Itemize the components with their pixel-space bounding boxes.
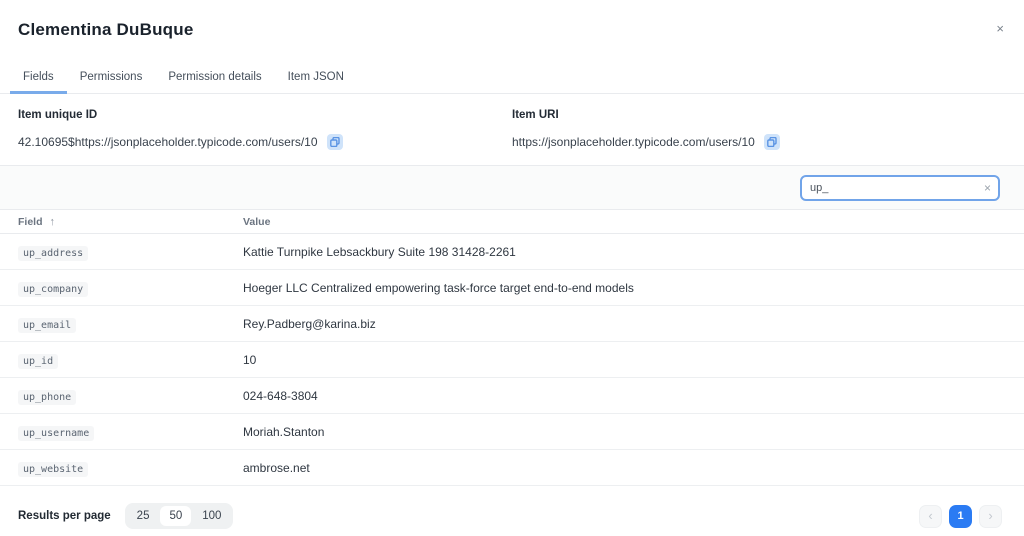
field-value: Kattie Turnpike Lebsackbury Suite 198 31… bbox=[243, 244, 516, 259]
page-size-50-button[interactable]: 50 bbox=[160, 506, 192, 526]
panel-header: Clementina DuBuque × bbox=[0, 0, 1024, 40]
table-footer: Results per page 25 50 100 ‹ 1 › bbox=[0, 503, 1024, 529]
field-value: Rey.Padberg@karina.biz bbox=[243, 316, 376, 331]
clear-search-icon[interactable]: × bbox=[984, 182, 991, 194]
copy-icon[interactable] bbox=[326, 134, 343, 150]
field-name-chip: up_id bbox=[18, 353, 59, 369]
column-header-field-label: Field bbox=[18, 215, 43, 228]
table-header-row: Field ↑ Value bbox=[0, 210, 1024, 234]
item-details-panel: Clementina DuBuque × Fields Permissions … bbox=[0, 0, 1024, 536]
field-name-chip: up_company bbox=[18, 281, 89, 297]
field-value: ambrose.net bbox=[243, 460, 310, 475]
search-input[interactable] bbox=[802, 181, 998, 194]
table-row: up_email Rey.Padberg@karina.biz bbox=[0, 306, 1024, 342]
field-value: 10 bbox=[243, 352, 257, 367]
copy-icon[interactable] bbox=[763, 134, 780, 150]
close-icon[interactable]: × bbox=[996, 22, 1004, 35]
column-header-field[interactable]: Field ↑ bbox=[0, 216, 243, 228]
column-header-value[interactable]: Value bbox=[243, 216, 1024, 228]
item-uri-label: Item URI bbox=[512, 109, 559, 121]
tab-bar: Fields Permissions Permission details It… bbox=[0, 65, 1024, 94]
table-row: up_phone 024-648-3804 bbox=[0, 378, 1024, 414]
item-unique-id-block: Item unique ID 42.10695$https://jsonplac… bbox=[18, 109, 512, 150]
table-row: up_username Moriah.Stanton bbox=[0, 414, 1024, 450]
chevron-right-icon: › bbox=[988, 507, 993, 523]
column-header-value-label: Value bbox=[243, 215, 271, 228]
page-title: Clementina DuBuque bbox=[18, 20, 194, 39]
field-value: Moriah.Stanton bbox=[243, 424, 325, 439]
item-uri-value: https://jsonplaceholder.typicode.com/use… bbox=[512, 135, 755, 149]
field-name-chip: up_website bbox=[18, 461, 89, 477]
table-toolbar: × bbox=[0, 165, 1024, 210]
table-row: up_website ambrose.net bbox=[0, 450, 1024, 486]
table-row: up_company Hoeger LLC Centralized empowe… bbox=[0, 270, 1024, 306]
tab-permissions[interactable]: Permissions bbox=[67, 65, 156, 93]
results-per-page-label: Results per page bbox=[18, 510, 111, 522]
field-name-chip: up_address bbox=[18, 245, 89, 261]
tab-item-json[interactable]: Item JSON bbox=[275, 65, 357, 93]
tab-fields[interactable]: Fields bbox=[10, 65, 67, 94]
next-page-button[interactable]: › bbox=[979, 504, 1002, 528]
field-value: Hoeger LLC Centralized empowering task-f… bbox=[243, 280, 634, 295]
table-row: up_id 10 bbox=[0, 342, 1024, 378]
page-size-100-button[interactable]: 100 bbox=[193, 506, 230, 526]
item-info-section: Item unique ID 42.10695$https://jsonplac… bbox=[0, 94, 1024, 150]
item-uri-block: Item URI https://jsonplaceholder.typicod… bbox=[512, 109, 1006, 150]
search-input-wrapper: × bbox=[800, 174, 1000, 201]
pagination: ‹ 1 › bbox=[919, 504, 1002, 528]
field-name-chip: up_username bbox=[18, 425, 95, 441]
chevron-left-icon: ‹ bbox=[928, 507, 933, 523]
table-row: up_address Kattie Turnpike Lebsackbury S… bbox=[0, 234, 1024, 270]
sort-ascending-icon: ↑ bbox=[49, 215, 56, 228]
tab-permission-details[interactable]: Permission details bbox=[155, 65, 274, 93]
page-size-25-button[interactable]: 25 bbox=[128, 506, 159, 526]
field-name-chip: up_phone bbox=[18, 389, 77, 405]
fields-table: Field ↑ Value up_address Kattie Turnpike … bbox=[0, 210, 1024, 486]
current-page-button[interactable]: 1 bbox=[949, 504, 972, 528]
page-size-selector: 25 50 100 bbox=[124, 503, 234, 529]
item-unique-id-value: 42.10695$https://jsonplaceholder.typicod… bbox=[18, 135, 318, 149]
item-unique-id-label: Item unique ID bbox=[18, 109, 98, 121]
field-name-chip: up_email bbox=[18, 317, 77, 333]
previous-page-button[interactable]: ‹ bbox=[919, 504, 942, 528]
field-value: 024-648-3804 bbox=[243, 388, 318, 403]
